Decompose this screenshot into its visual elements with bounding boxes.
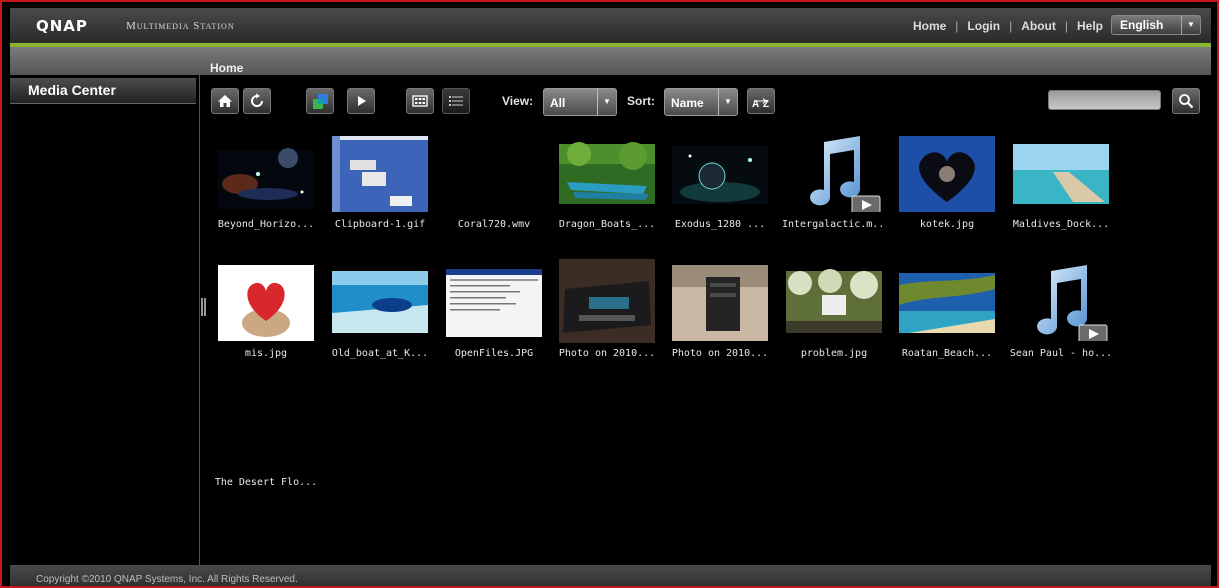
app-footer: Copyright ©2010 QNAP Systems, Inc. All R… xyxy=(10,565,1211,586)
play-button[interactable] xyxy=(347,88,375,114)
language-value: English xyxy=(1120,18,1164,32)
nav-separator: | xyxy=(1064,19,1068,33)
thumbnail-image xyxy=(672,146,768,204)
media-item[interactable]: Exodus_1280 ... xyxy=(668,130,772,245)
thumbnail-view-button[interactable] xyxy=(406,88,434,114)
window-frame: QNAP Multimedia Station Home | Login | About… xyxy=(0,0,1219,588)
media-item[interactable]: problem.jpg xyxy=(782,259,886,374)
thumbnail-image xyxy=(899,273,995,333)
breadcrumb-bar: Home xyxy=(10,47,1211,75)
nav-separator: | xyxy=(1009,19,1013,33)
media-item-name: Maldives_Dock... xyxy=(1012,219,1110,230)
list-view-icon xyxy=(449,96,463,106)
thumbnail-image xyxy=(332,136,428,212)
chevron-down-icon: ▼ xyxy=(718,89,737,115)
media-item-name: The Desert Flo... xyxy=(214,477,318,488)
media-item[interactable]: Photo on 2010... xyxy=(668,259,772,374)
panel-splitter-handle[interactable] xyxy=(201,298,206,316)
media-item-name: Old_boat_at_K... xyxy=(331,348,429,359)
media-item-name: Dragon_Boats_... xyxy=(558,219,656,230)
list-view-button[interactable] xyxy=(442,88,470,114)
media-item[interactable]: kotek.jpg xyxy=(895,130,999,245)
media-item-name: Sean Paul - ho... xyxy=(1009,348,1113,359)
thumbnail-image xyxy=(218,148,314,209)
thumbnail-image xyxy=(672,265,768,341)
media-item-name: mis.jpg xyxy=(244,348,288,359)
play-icon xyxy=(358,96,366,106)
nav-login-link[interactable]: Login xyxy=(967,19,1000,33)
media-item[interactable]: Beyond_Horizo... xyxy=(214,130,318,245)
sort-label: Sort: xyxy=(627,94,655,108)
music-note-icon xyxy=(810,136,881,212)
chevron-down-icon: ▼ xyxy=(1181,16,1200,34)
nav-home-link[interactable]: Home xyxy=(913,19,946,33)
slideshow-button[interactable] xyxy=(306,88,334,114)
copyright-text: Copyright ©2010 QNAP Systems, Inc. All R… xyxy=(36,574,298,585)
sidebar: Media Center xyxy=(10,75,200,565)
chevron-down-icon: ▼ xyxy=(597,89,616,115)
nav-separator: | xyxy=(955,19,959,33)
media-item[interactable]: Old_boat_at_K... xyxy=(328,259,432,374)
media-item[interactable]: mis.jpg xyxy=(214,259,318,374)
app-title: Multimedia Station xyxy=(126,20,235,32)
media-item[interactable]: Intergalactic.m... xyxy=(782,130,886,245)
refresh-button[interactable] xyxy=(243,88,271,114)
refresh-icon xyxy=(251,93,263,107)
video-thumbnail-empty xyxy=(446,136,542,212)
search-input[interactable] xyxy=(1048,90,1161,110)
video-thumbnail-empty xyxy=(218,394,314,470)
nav-help-link[interactable]: Help xyxy=(1077,19,1103,33)
sort-order-button[interactable]: AZ xyxy=(747,88,775,114)
media-item[interactable]: Clipboard-1.gif xyxy=(328,130,432,245)
thumbnail-image xyxy=(218,265,314,341)
media-item[interactable]: Coral720.wmv xyxy=(442,130,546,245)
thumbnail-image xyxy=(786,269,882,333)
media-item-name: Exodus_1280 ... xyxy=(674,219,766,230)
media-item[interactable]: Photo on 2010... xyxy=(555,259,659,374)
music-note-icon xyxy=(1037,265,1108,341)
sort-value: Name xyxy=(671,96,704,110)
qnap-logo: QNAP xyxy=(36,17,88,35)
media-item-name: Clipboard-1.gif xyxy=(334,219,426,230)
media-item-name: Intergalactic.m... xyxy=(782,219,886,230)
home-icon xyxy=(218,95,232,107)
language-select[interactable]: English ▼ xyxy=(1111,15,1201,35)
sort-select[interactable]: Name ▼ xyxy=(664,88,738,116)
media-item-name: OpenFiles.JPG xyxy=(454,348,534,359)
view-label: View: xyxy=(502,94,534,108)
nav-about-link[interactable]: About xyxy=(1021,19,1056,33)
slideshow-icon xyxy=(313,94,328,109)
thumbnail-image xyxy=(559,259,655,343)
app-header: QNAP Multimedia Station Home | Login | About… xyxy=(10,8,1211,43)
home-button[interactable] xyxy=(211,88,239,114)
media-item[interactable]: Dragon_Boats_... xyxy=(555,130,659,245)
view-value: All xyxy=(550,96,566,110)
sidebar-item-media-center[interactable]: Media Center xyxy=(10,78,196,104)
media-item[interactable]: OpenFiles.JPG xyxy=(442,259,546,374)
media-item[interactable]: Sean Paul - ho... xyxy=(1009,259,1113,374)
media-item[interactable]: Roatan_Beach... xyxy=(895,259,999,374)
thumbnail-image xyxy=(559,142,655,204)
view-select[interactable]: All ▼ xyxy=(543,88,617,116)
sort-az-icon: AZ xyxy=(752,98,769,110)
media-item[interactable]: The Desert Flo... xyxy=(214,388,318,503)
search-icon xyxy=(1179,94,1194,109)
search-button[interactable] xyxy=(1172,88,1200,114)
media-item-name: Beyond_Horizo... xyxy=(217,219,315,230)
thumbnail-view-icon xyxy=(412,95,428,107)
media-item[interactable]: Maldives_Dock... xyxy=(1009,130,1113,245)
media-item-name: Coral720.wmv xyxy=(457,219,531,230)
thumbnail-image xyxy=(446,269,542,337)
thumbnail-image xyxy=(899,136,995,212)
thumbnail-image xyxy=(1013,144,1109,204)
media-item-name: problem.jpg xyxy=(800,348,868,359)
top-nav: Home | Login | About | Help xyxy=(913,19,1103,33)
media-item-name: Photo on 2010... xyxy=(558,348,656,359)
breadcrumb-home[interactable]: Home xyxy=(210,61,243,75)
thumbnail-image xyxy=(332,271,428,333)
media-item-name: kotek.jpg xyxy=(919,219,975,230)
media-item-name: Photo on 2010... xyxy=(671,348,769,359)
media-item-name: Roatan_Beach... xyxy=(901,348,993,359)
